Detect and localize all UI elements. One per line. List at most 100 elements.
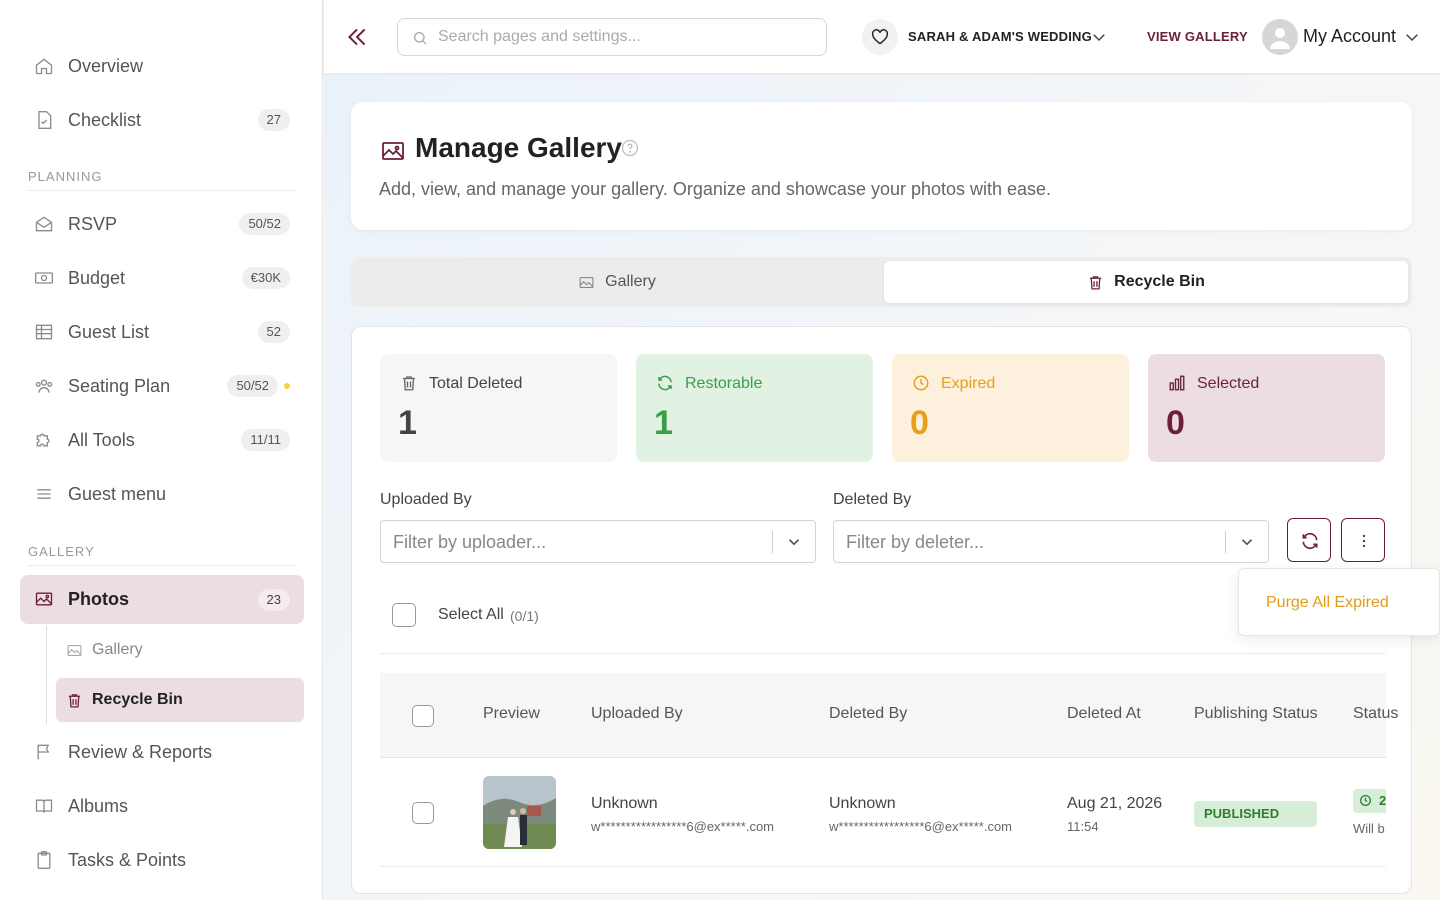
deleted-time: 11:54 — [1067, 819, 1099, 834]
chevron-down-icon[interactable] — [1403, 28, 1421, 46]
section-planning: PLANNING — [28, 169, 103, 184]
stat-restorable: Restorable 1 — [636, 354, 873, 462]
sidebar-item-guest-menu[interactable]: Guest menu — [20, 470, 304, 518]
sidebar-item-rsvp[interactable]: RSVP 50/52 — [20, 200, 304, 248]
select-all-checkbox[interactable] — [392, 603, 416, 627]
sidebar-item-review-reports[interactable]: Review & Reports — [20, 728, 304, 776]
stat-value: 0 — [910, 404, 929, 442]
envelope-icon — [35, 216, 53, 232]
sidebar-subitem-label: Recycle Bin — [92, 691, 183, 708]
topbar: SARAH & ADAM'S WEDDING VIEW GALLERY My A… — [324, 0, 1440, 74]
status-note: Will b — [1353, 821, 1385, 836]
home-icon — [35, 58, 53, 75]
page-title: Manage Gallery — [415, 132, 622, 163]
sidebar-item-label: Checklist — [68, 109, 142, 130]
sidebar-item-label: Photos — [68, 589, 129, 609]
sidebar-item-guest-list[interactable]: Guest List 52 — [20, 308, 304, 356]
sidebar-item-seating-plan[interactable]: Seating Plan 50/52 — [20, 362, 304, 410]
sidebar-subitem-recycle-bin[interactable]: Recycle Bin — [56, 678, 304, 722]
stat-value: 1 — [398, 404, 417, 442]
account-menu-label[interactable]: My Account — [1303, 26, 1396, 47]
publishing-status-badge: PUBLISHED — [1194, 801, 1317, 827]
row-checkbox[interactable] — [412, 802, 434, 824]
image-icon — [35, 592, 53, 606]
search-input[interactable] — [438, 19, 818, 55]
tab-recycle-bin[interactable]: Recycle Bin — [884, 261, 1408, 303]
stat-label: Total Deleted — [429, 375, 523, 392]
count-badge: 11/11 — [241, 429, 290, 451]
stat-label: Expired — [941, 375, 996, 392]
column-header-deleted-by[interactable]: Deleted By — [829, 705, 907, 723]
tab-label: Recycle Bin — [1114, 273, 1205, 290]
sidebar-item-tasks-points[interactable]: Tasks & Points — [20, 836, 304, 884]
sidebar-item-overview[interactable]: Overview — [20, 42, 304, 90]
refresh-icon — [658, 375, 672, 391]
sidebar-subitem-gallery[interactable]: Gallery — [56, 628, 304, 672]
divider — [380, 653, 1386, 654]
view-tabs: Gallery Recycle Bin — [351, 257, 1412, 307]
notification-dot — [284, 383, 290, 389]
sidebar-item-label: Overview — [68, 55, 144, 76]
submenu-guide — [46, 626, 47, 724]
column-header-preview: Preview — [483, 705, 540, 722]
checklist-icon — [38, 111, 52, 129]
divider — [28, 565, 296, 566]
status-badge: 2 — [1353, 789, 1386, 813]
sidebar-item-all-tools[interactable]: All Tools 11/11 — [20, 416, 304, 464]
search-box[interactable] — [397, 18, 827, 56]
clock-icon — [1359, 794, 1372, 807]
uploaded-by-email: w*****************6@ex*****.com — [591, 819, 775, 834]
stat-expired: Expired 0 — [892, 354, 1129, 462]
collapse-sidebar-icon[interactable] — [344, 24, 370, 50]
people-icon — [35, 379, 53, 393]
sidebar-item-label: All Tools — [68, 429, 135, 450]
sidebar-item-albums[interactable]: Albums — [20, 782, 304, 830]
stat-value: 0 — [1166, 404, 1185, 442]
sidebar: Overview Checklist 27 PLANNING RSVP 50/5… — [0, 0, 323, 900]
deleted-by-select[interactable]: Filter by deleter... — [833, 520, 1269, 563]
count-badge: 23 — [257, 588, 290, 611]
trash-icon — [1089, 275, 1102, 290]
more-options-button[interactable] — [1341, 518, 1385, 562]
stat-label: Selected — [1197, 375, 1260, 392]
chevron-down-icon[interactable] — [1090, 28, 1108, 46]
tab-gallery[interactable]: Gallery — [355, 261, 879, 303]
count-badge: €30K — [241, 267, 290, 289]
sidebar-item-checklist[interactable]: Checklist 27 — [20, 96, 304, 144]
select-placeholder: Filter by deleter... — [846, 532, 985, 552]
uploaded-by-select[interactable]: Filter by uploader... — [380, 520, 816, 563]
sidebar-item-budget[interactable]: Budget €30K — [20, 254, 304, 302]
help-icon[interactable] — [621, 139, 639, 157]
column-header-deleted-at[interactable]: Deleted At — [1067, 705, 1141, 723]
table-row[interactable]: Unknown w*****************6@ex*****.com … — [380, 759, 1386, 867]
table-header: Preview Uploaded By Deleted By Deleted A… — [380, 673, 1398, 758]
column-header-publishing-status[interactable]: Publishing Status — [1194, 705, 1318, 723]
column-header-status[interactable]: Status — [1353, 705, 1398, 723]
count-badge: 50/52 — [239, 213, 290, 235]
menu-item-purge-all-expired[interactable]: Purge All Expired — [1266, 594, 1389, 612]
sidebar-item-photos[interactable]: Photos 23 — [20, 575, 304, 624]
refresh-button[interactable] — [1287, 518, 1331, 562]
stat-label: Restorable — [685, 375, 763, 392]
view-gallery-link[interactable]: VIEW GALLERY — [1147, 29, 1248, 44]
photo-thumbnail[interactable] — [483, 776, 556, 849]
select-all-label: Select All — [438, 606, 504, 623]
column-header-uploaded-by[interactable]: Uploaded By — [591, 705, 683, 723]
select-all-count: (0/1) — [510, 608, 539, 624]
book-icon — [35, 799, 53, 813]
count-badge: 50/52 — [227, 375, 278, 397]
wedding-selector-label[interactable]: SARAH & ADAM'S WEDDING — [908, 29, 1092, 44]
page-header: Manage Gallery Add, view, and manage you… — [351, 102, 1412, 230]
header-checkbox[interactable] — [412, 705, 434, 727]
sidebar-item-label: Budget — [68, 267, 126, 288]
sidebar-item-label: Seating Plan — [68, 375, 171, 396]
chevron-down-icon[interactable] — [1238, 533, 1256, 551]
sidebar-item-label: Guest List — [68, 321, 150, 342]
avatar[interactable] — [1262, 19, 1298, 55]
wedding-avatar[interactable] — [862, 19, 898, 55]
deleted-by-name: Unknown — [829, 795, 896, 812]
chevron-down-icon[interactable] — [785, 533, 803, 551]
flag-icon — [37, 744, 50, 760]
count-badge: 27 — [257, 109, 290, 131]
select-divider — [772, 531, 773, 553]
